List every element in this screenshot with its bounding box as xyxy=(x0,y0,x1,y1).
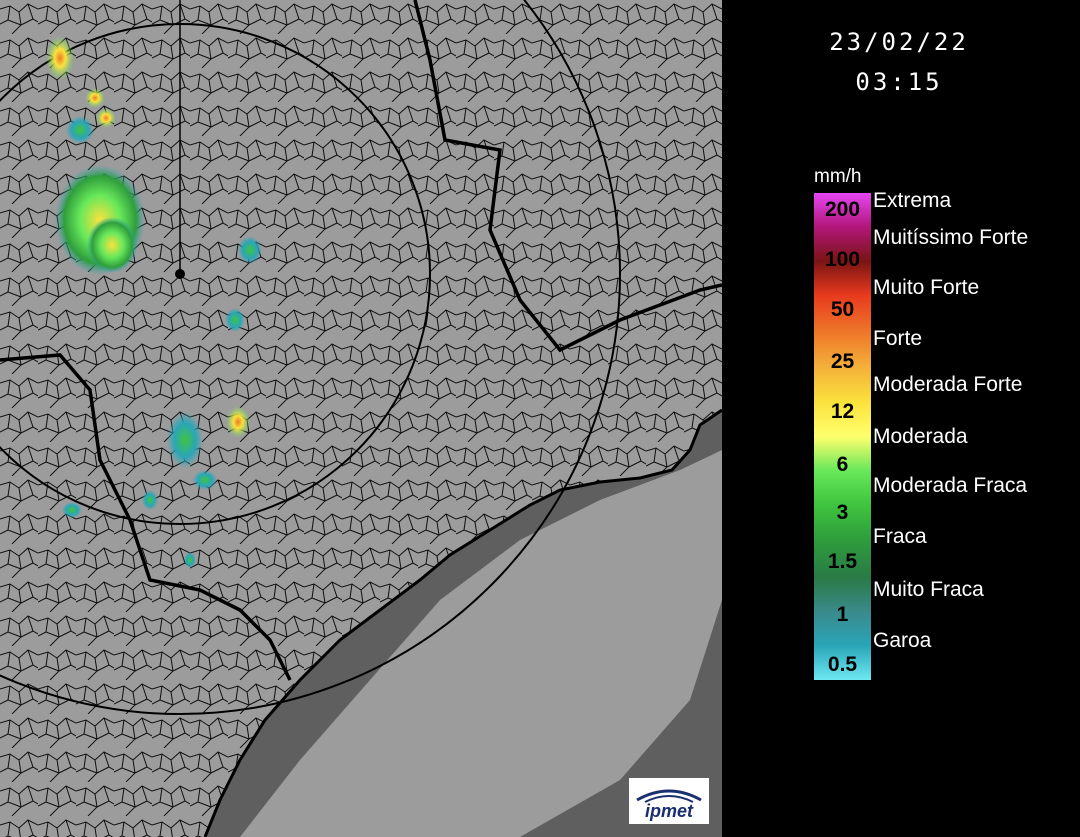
radar-map-canvas xyxy=(0,0,722,837)
scale-tick: 25 xyxy=(830,350,855,373)
class-label: Muitíssimo Forte xyxy=(873,226,1029,249)
scale-tick: 50 xyxy=(830,298,855,321)
scale-tick: 0.5 xyxy=(827,653,858,676)
logo-text: ipmet xyxy=(644,801,693,821)
class-label: Moderada xyxy=(873,425,968,448)
scale-tick: 1.5 xyxy=(827,550,858,573)
scale-tick: 12 xyxy=(830,400,855,423)
timestamp-time: 03:15 xyxy=(855,68,943,96)
scale-tick: 3 xyxy=(836,501,849,524)
ipmet-logo: ipmet xyxy=(629,778,709,824)
scale-tick: 200 xyxy=(824,198,861,221)
class-label: Garoa xyxy=(873,629,932,652)
class-label: Fraca xyxy=(873,525,927,548)
class-label: Moderada Fraca xyxy=(873,474,1028,497)
radar-site-marker xyxy=(175,269,185,279)
scale-tick: 1 xyxy=(836,603,849,626)
radar-map[interactable]: ipmet xyxy=(0,0,722,837)
class-label: Muito Fraca xyxy=(873,578,984,601)
class-label: Muito Forte xyxy=(873,276,980,299)
legend-unit: mm/h xyxy=(814,166,862,187)
scale-tick: 6 xyxy=(836,453,849,476)
timestamp-date: 23/02/22 xyxy=(829,28,969,56)
class-label: Extrema xyxy=(873,189,952,212)
legend-panel: 23/02/22 03:15 mm/h 200 100 50 25 12 6 3… xyxy=(722,0,1080,837)
scale-tick: 100 xyxy=(824,248,861,271)
class-label: Moderada Forte xyxy=(873,373,1023,396)
class-label: Forte xyxy=(873,327,923,350)
